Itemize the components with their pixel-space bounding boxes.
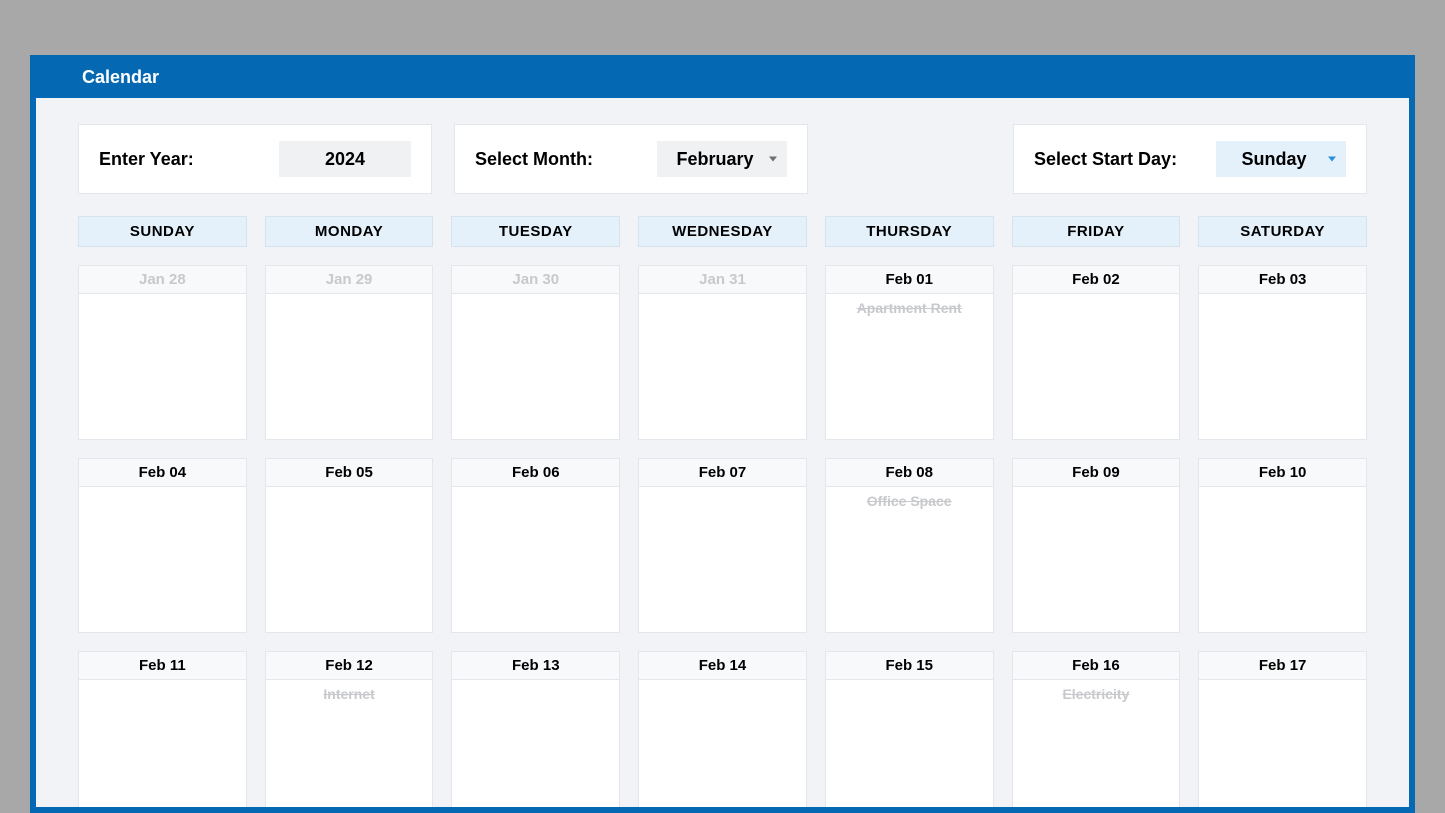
day-header: SUNDAY	[78, 216, 247, 247]
day-cell[interactable]: Feb 04	[78, 458, 247, 633]
day-body	[79, 294, 246, 439]
year-label: Enter Year:	[99, 149, 194, 170]
day-cell[interactable]: Jan 30	[451, 265, 620, 440]
day-body: Internet	[266, 680, 433, 813]
day-body	[266, 294, 433, 439]
day-date: Feb 03	[1199, 266, 1366, 294]
month-select-value: February	[676, 149, 753, 170]
day-body: Office Space	[826, 487, 993, 632]
day-body	[266, 487, 433, 632]
day-date: Feb 07	[639, 459, 806, 487]
day-date: Feb 09	[1013, 459, 1180, 487]
day-body	[452, 487, 619, 632]
day-body	[826, 680, 993, 813]
day-body	[639, 487, 806, 632]
day-body: Electricity	[1013, 680, 1180, 813]
day-body	[452, 294, 619, 439]
day-header: FRIDAY	[1012, 216, 1181, 247]
day-cell[interactable]: Feb 05	[265, 458, 434, 633]
day-date: Feb 16	[1013, 652, 1180, 680]
day-date: Feb 04	[79, 459, 246, 487]
day-date: Feb 01	[826, 266, 993, 294]
day-body	[639, 294, 806, 439]
day-date: Feb 05	[266, 459, 433, 487]
day-cell[interactable]: Jan 28	[78, 265, 247, 440]
month-control-card: Select Month: February	[454, 124, 808, 194]
calendar-event[interactable]: Office Space	[832, 491, 987, 509]
startday-select-value: Sunday	[1241, 149, 1306, 170]
chevron-down-icon	[769, 157, 777, 162]
day-cell[interactable]: Feb 01 Apartment Rent	[825, 265, 994, 440]
day-body: Apartment Rent	[826, 294, 993, 439]
day-cell[interactable]: Feb 02	[1012, 265, 1181, 440]
day-header: WEDNESDAY	[638, 216, 807, 247]
day-cell[interactable]: Jan 31	[638, 265, 807, 440]
day-cell[interactable]: Feb 10	[1198, 458, 1367, 633]
day-cell[interactable]: Feb 11	[78, 651, 247, 813]
day-cell[interactable]: Feb 12 Internet	[265, 651, 434, 813]
day-cell[interactable]: Feb 17	[1198, 651, 1367, 813]
day-date: Jan 31	[639, 266, 806, 294]
calendar-event[interactable]: Electricity	[1019, 684, 1174, 702]
day-cell[interactable]: Feb 14	[638, 651, 807, 813]
day-body	[1013, 487, 1180, 632]
day-date: Feb 17	[1199, 652, 1366, 680]
day-body	[1013, 294, 1180, 439]
startday-label: Select Start Day:	[1034, 149, 1177, 170]
day-date: Feb 06	[452, 459, 619, 487]
day-header: TUESDAY	[451, 216, 620, 247]
day-date: Feb 08	[826, 459, 993, 487]
day-cell[interactable]: Feb 07	[638, 458, 807, 633]
month-label: Select Month:	[475, 149, 593, 170]
calendar-grid: SUNDAY MONDAY TUESDAY WEDNESDAY THURSDAY FRID…	[78, 216, 1367, 813]
day-cell[interactable]: Feb 15	[825, 651, 994, 813]
day-cell[interactable]: Feb 06	[451, 458, 620, 633]
content-area: Enter Year: 2024 Select Month: February …	[36, 98, 1409, 813]
day-body	[452, 680, 619, 813]
day-date: Jan 30	[452, 266, 619, 294]
year-input[interactable]: 2024	[279, 141, 411, 177]
controls-spacer	[830, 124, 991, 194]
page-title: Calendar	[36, 61, 1409, 98]
day-date: Feb 14	[639, 652, 806, 680]
day-date: Feb 02	[1013, 266, 1180, 294]
day-body	[79, 680, 246, 813]
day-date: Jan 29	[266, 266, 433, 294]
chevron-down-icon	[1328, 157, 1336, 162]
day-date: Feb 13	[452, 652, 619, 680]
day-date: Feb 10	[1199, 459, 1366, 487]
day-body	[639, 680, 806, 813]
startday-control-card: Select Start Day: Sunday	[1013, 124, 1367, 194]
day-header: THURSDAY	[825, 216, 994, 247]
day-date: Feb 15	[826, 652, 993, 680]
year-control-card: Enter Year: 2024	[78, 124, 432, 194]
day-body	[1199, 680, 1366, 813]
day-date: Feb 11	[79, 652, 246, 680]
calendar-event[interactable]: Internet	[272, 684, 427, 702]
day-cell[interactable]: Feb 16 Electricity	[1012, 651, 1181, 813]
startday-select[interactable]: Sunday	[1216, 141, 1346, 177]
controls-row: Enter Year: 2024 Select Month: February …	[78, 124, 1367, 194]
day-body	[1199, 294, 1366, 439]
day-body	[79, 487, 246, 632]
day-cell[interactable]: Feb 03	[1198, 265, 1367, 440]
day-cell[interactable]: Feb 08 Office Space	[825, 458, 994, 633]
day-body	[1199, 487, 1366, 632]
day-cell[interactable]: Feb 13	[451, 651, 620, 813]
app-frame: Calendar Enter Year: 2024 Select Month: …	[30, 55, 1415, 813]
calendar-event[interactable]: Apartment Rent	[832, 298, 987, 316]
month-select[interactable]: February	[657, 141, 787, 177]
day-header: SATURDAY	[1198, 216, 1367, 247]
day-date: Feb 12	[266, 652, 433, 680]
day-cell[interactable]: Feb 09	[1012, 458, 1181, 633]
day-date: Jan 28	[79, 266, 246, 294]
day-header: MONDAY	[265, 216, 434, 247]
day-cell[interactable]: Jan 29	[265, 265, 434, 440]
